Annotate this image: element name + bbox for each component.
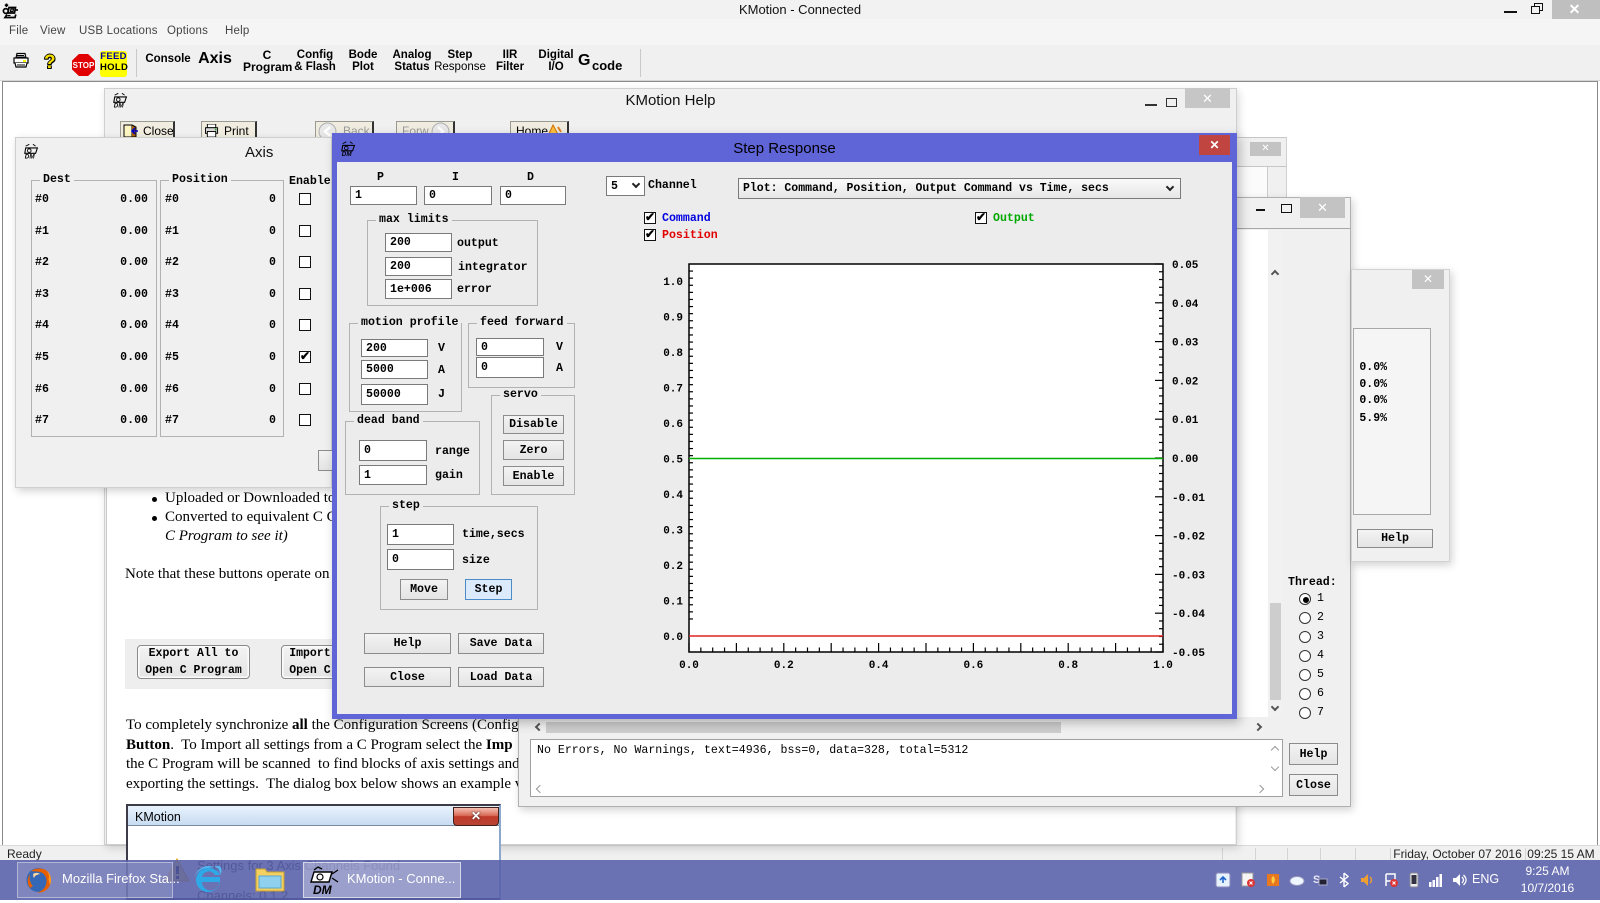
svg-text:0.2: 0.2: [663, 561, 683, 573]
svg-text:0.7: 0.7: [663, 384, 683, 396]
svg-text:-0.02: -0.02: [1172, 532, 1205, 544]
svg-text:0.1: 0.1: [663, 597, 683, 609]
svg-text:0.05: 0.05: [1172, 260, 1199, 272]
svg-text:0.9: 0.9: [663, 313, 683, 325]
svg-text:DM: DM: [342, 151, 353, 158]
svg-text:0.3: 0.3: [663, 526, 683, 538]
svg-text:DM: DM: [25, 154, 36, 160]
svg-text:-0.04: -0.04: [1172, 609, 1205, 621]
svg-text:0.00: 0.00: [1172, 454, 1198, 466]
svg-text:0.2: 0.2: [774, 660, 794, 672]
svg-text:0.6: 0.6: [963, 660, 983, 672]
svg-text:0.6: 0.6: [663, 419, 683, 431]
svg-text:DM: DM: [114, 103, 125, 109]
svg-text:0.4: 0.4: [869, 660, 889, 672]
svg-text:0.03: 0.03: [1172, 338, 1199, 350]
svg-text:0.04: 0.04: [1172, 299, 1199, 311]
svg-text:1.0: 1.0: [1153, 660, 1173, 672]
svg-text:0.01: 0.01: [1172, 415, 1199, 427]
svg-text:0.0: 0.0: [663, 632, 683, 644]
svg-text:-0.05: -0.05: [1172, 648, 1205, 660]
svg-text:0.8: 0.8: [663, 348, 683, 360]
svg-text:-0.01: -0.01: [1172, 493, 1205, 505]
svg-text:1.0: 1.0: [663, 277, 683, 289]
svg-text:0.0: 0.0: [679, 660, 699, 672]
svg-text:0.5: 0.5: [663, 455, 683, 467]
svg-text:0.4: 0.4: [663, 490, 683, 502]
svg-text:0.8: 0.8: [1058, 660, 1078, 672]
svg-text:0.02: 0.02: [1172, 376, 1198, 388]
svg-text:-0.03: -0.03: [1172, 570, 1205, 582]
svg-text:DM: DM: [313, 883, 333, 896]
